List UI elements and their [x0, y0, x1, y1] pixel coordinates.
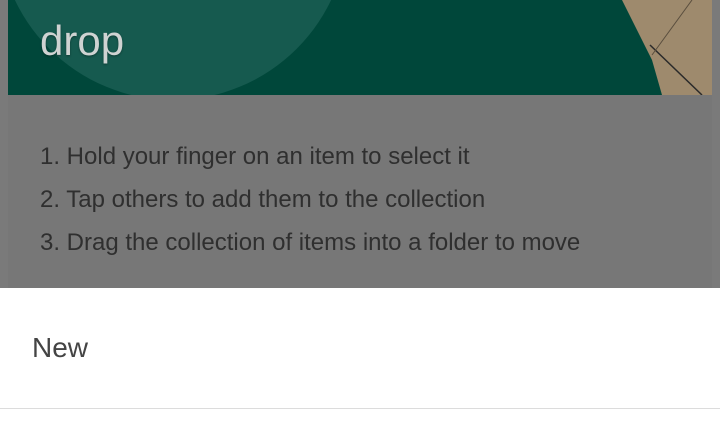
tutorial-step: 2. Tap others to add them to the collect…: [40, 186, 486, 213]
banner-title-text: drop: [40, 17, 125, 64]
sheet-divider: [0, 408, 720, 409]
tutorial-steps: 1. Hold your finger on an item to select…: [40, 135, 580, 264]
banner-corner-illustration: [622, 0, 712, 95]
new-menu-item[interactable]: New: [0, 288, 720, 408]
tutorial-step: 1. Hold your finger on an item to select…: [40, 143, 470, 170]
tutorial-step: 3. Drag the collection of items into a f…: [40, 229, 581, 256]
new-menu-item-label: New: [32, 332, 89, 363]
screen: drop 1. Hold your finger on an item to s…: [0, 0, 720, 425]
tutorial-card: drop 1. Hold your finger on an item to s…: [8, 0, 712, 288]
tutorial-banner: drop: [8, 0, 712, 95]
banner-title: drop: [40, 0, 124, 67]
dimmed-background[interactable]: drop 1. Hold your finger on an item to s…: [0, 0, 720, 288]
bottom-sheet: New: [0, 288, 720, 425]
